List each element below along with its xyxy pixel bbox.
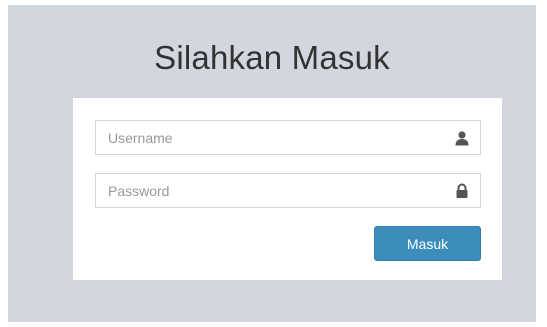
username-field[interactable] — [95, 120, 481, 155]
password-field[interactable] — [95, 173, 481, 208]
lock-icon — [454, 183, 470, 199]
user-icon — [454, 130, 470, 146]
login-page: Silahkan Masuk Masuk — [8, 5, 536, 322]
username-input[interactable] — [96, 121, 480, 154]
page-title: Silahkan Masuk — [154, 39, 390, 76]
submit-button[interactable]: Masuk — [374, 226, 481, 261]
login-box: Masuk — [73, 98, 502, 280]
password-input[interactable] — [96, 174, 480, 207]
